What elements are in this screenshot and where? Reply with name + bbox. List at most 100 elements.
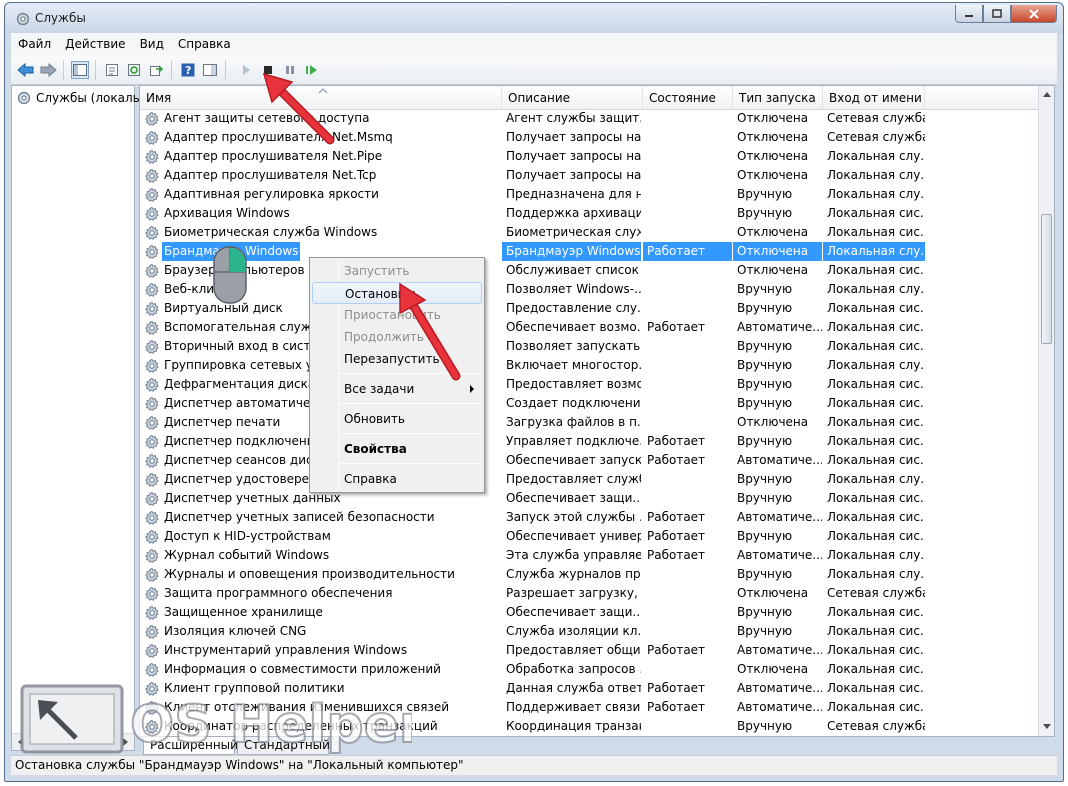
service-row[interactable]: Группировка сетевых участ Включает многос… xyxy=(140,356,1040,375)
service-row[interactable]: Информация о совместимости приложений Обр… xyxy=(140,660,1040,679)
vertical-scrollbar[interactable] xyxy=(1038,86,1054,736)
back-button[interactable] xyxy=(17,61,35,79)
help-button[interactable]: ? xyxy=(179,61,197,79)
service-row[interactable]: Диспетчер учетных записей безопасности За… xyxy=(140,508,1040,527)
service-row[interactable]: Адаптер прослушивателя Net.Pipe Получает … xyxy=(140,147,1040,166)
service-row[interactable]: Диспетчер автоматических Создает подключе… xyxy=(140,394,1040,413)
service-startup-type: Вручную xyxy=(737,396,793,410)
menu-item-all-tasks[interactable]: Все задачи xyxy=(312,378,482,400)
service-row[interactable]: Вспомогательная служба I Обеспечивает воз… xyxy=(140,318,1040,337)
menu-item-restart[interactable]: Перезапустить xyxy=(312,348,482,370)
service-row[interactable]: Архивация Windows Поддержка архиваци... Вр… xyxy=(140,204,1040,223)
service-gear-icon xyxy=(145,586,159,601)
tree-root-services-local[interactable]: Службы (локалы xyxy=(16,90,142,106)
minimize-icon xyxy=(965,14,973,17)
service-name-cell: Инструментарий управления Windows xyxy=(144,641,500,660)
show-tree-button[interactable] xyxy=(71,61,89,79)
service-log-on-as: Локальная сис... xyxy=(827,529,925,543)
refresh-button[interactable] xyxy=(125,61,143,79)
service-row[interactable]: Диспетчер учетных данных Обеспечивает защ… xyxy=(140,489,1040,508)
maximize-button[interactable] xyxy=(983,5,1011,23)
menu-action[interactable]: Действие xyxy=(58,37,132,51)
restart-service-button[interactable] xyxy=(303,61,321,79)
service-row[interactable]: Адаптер прослушивателя Net.Msmq Получает … xyxy=(140,128,1040,147)
service-row[interactable]: Адаптивная регулировка яркости Предназнач… xyxy=(140,185,1040,204)
menu-item-pause[interactable]: Приостановить xyxy=(312,304,482,326)
service-startup-type: Отключена xyxy=(737,263,809,277)
service-row[interactable]: Дефрагментация диска Предоставляет возмо.… xyxy=(140,375,1040,394)
service-description: Поддержка архиваци... xyxy=(506,206,641,220)
service-name: Агент защиты сетевого доступа xyxy=(164,111,370,125)
column-header-log-on-as[interactable]: Вход от имени xyxy=(823,86,925,110)
service-name: Доступ к HID-устройствам xyxy=(164,529,331,543)
menu-file[interactable]: Файл xyxy=(11,37,58,51)
service-gear-icon xyxy=(145,605,159,620)
show-action-pane-button[interactable] xyxy=(201,61,219,79)
menu-item-start[interactable]: Запустить xyxy=(312,260,482,282)
service-row[interactable]: Веб-клиент Позволяет Windows-... Вручную Ло… xyxy=(140,280,1040,299)
service-log-on-as: Локальная сис... xyxy=(827,339,925,353)
service-row[interactable]: Диспетчер печати Загрузка файлов в п... От… xyxy=(140,413,1040,432)
service-description: Предоставляет общи... xyxy=(506,643,641,657)
service-row[interactable]: Браузер компьютеров Обслуживает список ..… xyxy=(140,261,1040,280)
service-description: Служба журналов пр... xyxy=(506,567,641,581)
service-row[interactable]: Биометрическая служба Windows Биометричес… xyxy=(140,223,1040,242)
service-gear-icon xyxy=(145,339,159,354)
service-row[interactable]: Журнал событий Windows Эта служба управля… xyxy=(140,546,1040,565)
menu-item-refresh[interactable]: Обновить xyxy=(312,408,482,430)
service-row[interactable]: Адаптер прослушивателя Net.Tcp Получает з… xyxy=(140,166,1040,185)
service-row[interactable]: Агент защиты сетевого доступа Агент служб… xyxy=(140,109,1040,128)
service-row[interactable]: Диспетчер подключений у Управляет подключ… xyxy=(140,432,1040,451)
stop-service-button[interactable] xyxy=(259,61,277,79)
menu-view[interactable]: Вид xyxy=(133,37,171,51)
service-row[interactable]: Журналы и оповещения производительности С… xyxy=(140,565,1040,584)
properties-sheet-button[interactable] xyxy=(103,61,121,79)
pause-service-button[interactable] xyxy=(281,61,299,79)
service-row[interactable]: Брандмауэр Windows Брандмауэр Windows... Р… xyxy=(140,242,1040,261)
service-context-menu: Запустить Остановить Приостановить Продо… xyxy=(309,257,485,493)
service-gear-icon xyxy=(145,662,159,677)
service-row[interactable]: Доступ к HID-устройствам Обеспечивает уни… xyxy=(140,527,1040,546)
service-name: Диспетчер печати xyxy=(164,415,281,429)
service-row[interactable]: Защита программного обеспечения Разрешает… xyxy=(140,584,1040,603)
forward-button[interactable] xyxy=(39,61,57,79)
start-service-button[interactable] xyxy=(237,61,255,79)
service-row[interactable]: Диспетчер сеансов диспет Обеспечивает зап… xyxy=(140,451,1040,470)
refresh-icon xyxy=(128,64,140,76)
service-row[interactable]: Виртуальный диск Предоставление слу... Вру… xyxy=(140,299,1040,318)
menu-item-stop[interactable]: Остановить xyxy=(312,282,482,304)
service-name-cell: Адаптивная регулировка яркости xyxy=(144,185,500,204)
menu-item-properties[interactable]: Свойства xyxy=(312,438,482,460)
service-row[interactable]: Диспетчер удостоверения Предоставляет слу… xyxy=(140,470,1040,489)
column-header-description[interactable]: Описание xyxy=(502,86,643,110)
service-status xyxy=(643,717,732,736)
column-header-startup-type[interactable]: Тип запуска xyxy=(733,86,823,110)
column-header-status[interactable]: Состояние xyxy=(643,86,733,110)
service-description: Обслуживает список ... xyxy=(506,263,641,277)
service-row[interactable]: Вторичный вход в систему Позволяет запуск… xyxy=(140,337,1040,356)
service-row[interactable]: Изоляция ключей CNG Служба изоляции кл...… xyxy=(140,622,1040,641)
service-gear-icon xyxy=(145,472,159,487)
scrollbar-thumb[interactable] xyxy=(1041,214,1052,344)
service-startup-type: Вручную xyxy=(737,491,793,505)
service-log-on-as: Локальная сис... xyxy=(827,605,925,619)
service-description: Предоставляет возмо... xyxy=(506,377,641,391)
export-icon xyxy=(150,65,163,76)
close-button[interactable] xyxy=(1011,5,1057,23)
service-startup-type: Автоматиче... xyxy=(737,453,822,467)
service-description: Позволяет запускать ... xyxy=(506,339,641,353)
pause-icon xyxy=(286,66,294,74)
menu-item-help[interactable]: Справка xyxy=(312,468,482,490)
service-status: Работает xyxy=(647,681,706,695)
menu-help[interactable]: Справка xyxy=(171,37,238,51)
service-description: Эта служба управляе... xyxy=(506,548,641,562)
service-row[interactable]: Инструментарий управления Windows Предост… xyxy=(140,641,1040,660)
service-row[interactable]: Защищенное хранилище Обеспечивает защи...… xyxy=(140,603,1040,622)
minimize-button[interactable] xyxy=(955,5,983,23)
service-name-cell: Журналы и оповещения производительности xyxy=(144,565,500,584)
service-status xyxy=(643,660,732,679)
menu-item-resume[interactable]: Продолжить xyxy=(312,326,482,348)
service-gear-icon xyxy=(145,377,159,392)
export-list-button[interactable] xyxy=(147,61,165,79)
service-description: Поддерживает связи ... xyxy=(506,700,641,714)
